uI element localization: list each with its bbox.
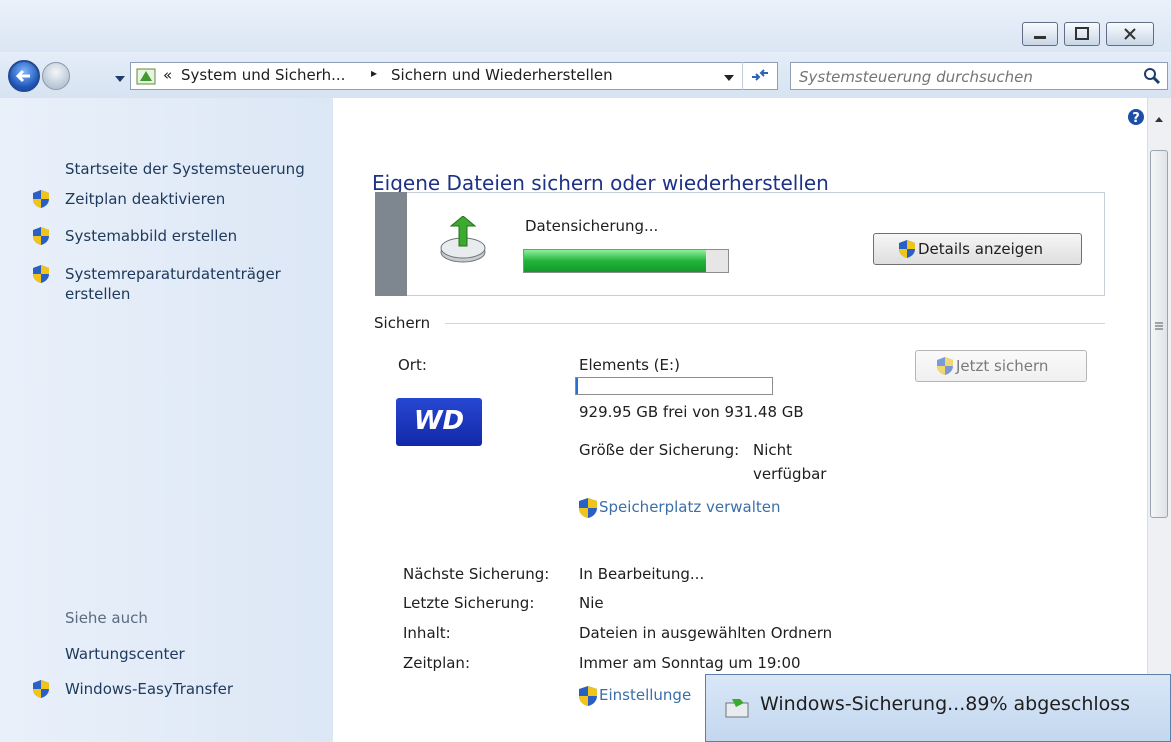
section-divider [445, 323, 1105, 324]
shield-icon [33, 227, 49, 245]
drive-logo-text: WD [413, 406, 465, 436]
search-input[interactable] [797, 65, 1131, 89]
control-panel-icon [136, 68, 156, 85]
last-backup-label: Letzte Sicherung: [403, 594, 535, 612]
minimize-icon [1023, 23, 1057, 45]
change-settings-link[interactable]: Einstellunge [599, 686, 691, 704]
backup-drive-icon [440, 216, 486, 263]
backup-status-text: Datensicherung... [525, 217, 659, 235]
manage-space-link[interactable]: Speicherplatz verwalten [599, 498, 781, 516]
refresh-button[interactable] [742, 62, 778, 90]
maximize-icon [1065, 23, 1099, 45]
windows-backup-icon [725, 699, 749, 718]
window-titlebar [0, 0, 1171, 52]
close-button[interactable] [1106, 22, 1154, 46]
schedule-value: Immer am Sonntag um 19:00 [579, 654, 801, 672]
next-backup-value: In Bearbeitung... [579, 565, 705, 583]
sidebar-item-repair-disc-cont[interactable]: erstellen [65, 284, 130, 304]
location-value: Elements (E:) [579, 356, 680, 374]
shield-icon [33, 265, 49, 283]
search-box[interactable] [790, 62, 1168, 90]
sidebar-item-repair-disc[interactable]: Systemreparaturdatenträger [65, 264, 281, 284]
sidebar: Startseite der Systemsteuerung Zeitplan … [0, 98, 333, 742]
svg-text:?: ? [1132, 111, 1140, 126]
grip-icon [1155, 322, 1163, 330]
backup-now-button[interactable]: Jetzt sichern [915, 350, 1087, 382]
schedule-label: Zeitplan: [403, 654, 470, 672]
backup-size-label: Größe der Sicherung: [579, 441, 740, 459]
last-backup-value: Nie [579, 594, 604, 612]
see-also-header: Siehe auch [65, 609, 148, 627]
panel-accent-bar [375, 192, 407, 296]
shield-icon [33, 680, 49, 698]
address-bar[interactable]: « System und Sicherh... ▸ Sichern und Wi… [130, 62, 778, 90]
shield-icon [579, 686, 597, 706]
shield-icon [899, 240, 915, 258]
location-label: Ort: [398, 356, 427, 374]
drive-brand-logo: WD [396, 398, 482, 446]
backup-size-value: Nicht [753, 441, 793, 459]
breadcrumb-separator-icon[interactable]: ▸ [371, 66, 377, 80]
shield-icon [937, 357, 953, 375]
sidebar-item-create-image[interactable]: Systemabbild erstellen [65, 226, 237, 246]
scrollbar-thumb[interactable] [1150, 150, 1168, 518]
backup-now-label: Jetzt sichern [956, 357, 1049, 375]
shield-icon [579, 498, 597, 518]
details-button[interactable]: Details anzeigen [873, 233, 1082, 265]
refresh-icon [752, 69, 768, 81]
backup-size-value-cont: verfügbar [753, 465, 827, 483]
recent-pages-dropdown[interactable] [114, 70, 126, 88]
progress-fill [524, 250, 706, 272]
sidebar-home-link[interactable]: Startseite der Systemsteuerung [65, 159, 305, 179]
details-button-label: Details anzeigen [918, 240, 1043, 258]
breadcrumb-overflow[interactable]: « [163, 66, 172, 84]
backup-progress-bar [523, 249, 729, 273]
close-icon [1107, 23, 1153, 45]
forward-button[interactable] [42, 62, 70, 90]
shield-icon [33, 190, 49, 208]
free-space-text: 929.95 GB frei von 931.48 GB [579, 403, 804, 421]
backup-progress-window[interactable]: Windows-Sicherung...89% abgeschloss [705, 674, 1171, 742]
scroll-up-icon[interactable] [1153, 114, 1165, 124]
section-label-backup: Sichern [374, 314, 431, 332]
sidebar-item-disable-schedule[interactable]: Zeitplan deaktivieren [65, 189, 225, 209]
content-label: Inhalt: [403, 624, 451, 642]
drive-usage-bar [575, 377, 773, 395]
next-backup-label: Nächste Sicherung: [403, 565, 550, 583]
popup-title: Windows-Sicherung...89% abgeschloss [760, 693, 1131, 715]
address-dropdown-icon[interactable] [723, 73, 735, 83]
chevron-down-icon [115, 76, 125, 82]
drive-usage-fill [576, 378, 578, 394]
back-button[interactable] [8, 60, 40, 92]
sidebar-item-easy-transfer[interactable]: Windows-EasyTransfer [65, 679, 233, 699]
maximize-button[interactable] [1064, 22, 1100, 46]
sidebar-item-action-center[interactable]: Wartungscenter [65, 644, 185, 664]
breadcrumb-system-security[interactable]: System und Sicherh... [181, 66, 345, 84]
minimize-button[interactable] [1022, 22, 1058, 46]
back-arrow-icon [15, 69, 30, 83]
content-value: Dateien in ausgewählten Ordnern [579, 624, 833, 642]
help-icon[interactable]: ? [1127, 108, 1145, 126]
breadcrumb-backup-restore[interactable]: Sichern und Wiederherstellen [391, 66, 613, 84]
search-icon[interactable] [1143, 67, 1161, 85]
